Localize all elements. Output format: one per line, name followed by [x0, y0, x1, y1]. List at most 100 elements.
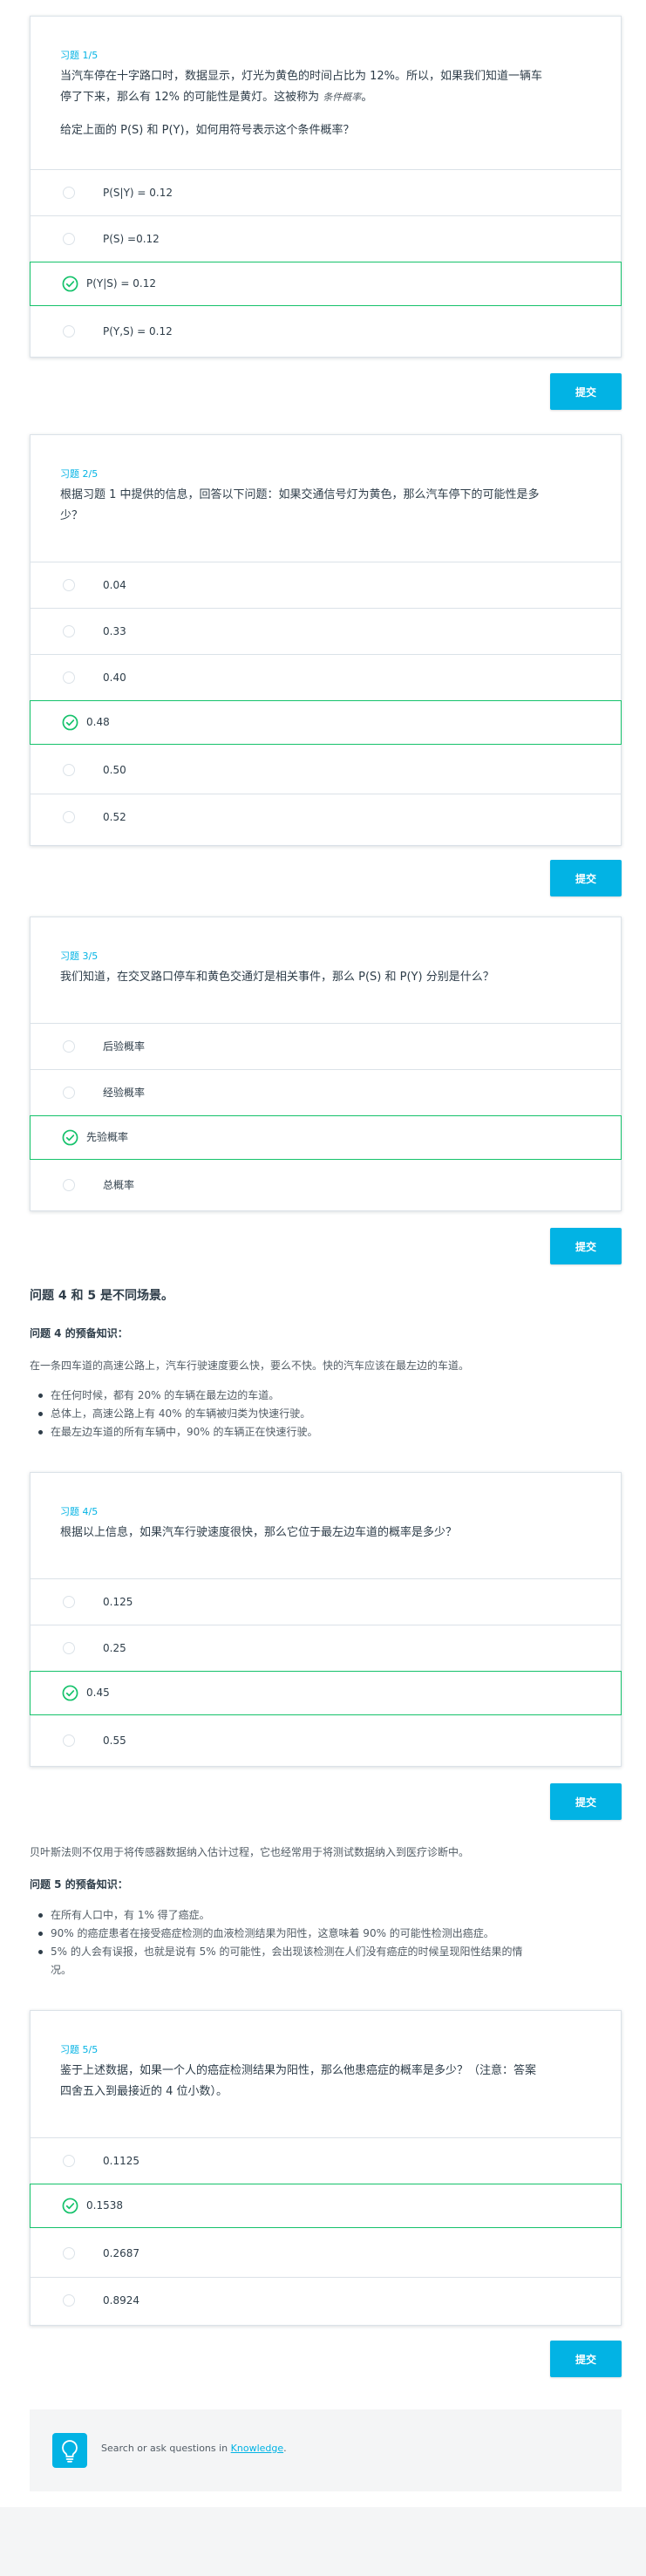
question-line: 当汽车停在十字路口时，数据显示，灯光为黄色的时间占比为 12%。所以，如果我们知… — [60, 70, 543, 83]
question-text: 当汽车停在十字路口时，数据显示，灯光为黄色的时间占比为 12%。所以，如果我们知… — [60, 66, 591, 108]
knowledge-panel: Search or ask questions in Knowledge. — [30, 2409, 622, 2491]
radio-button[interactable] — [63, 2155, 75, 2167]
answer-label: 0.48 — [86, 716, 110, 728]
radio-button[interactable] — [63, 625, 75, 637]
knowledge-prefix: Search or ask questions in — [101, 2443, 231, 2454]
radio-button[interactable] — [63, 2247, 75, 2259]
list-item-text: 5% 的人会有误报，也就是说有 5% 的可能性，会出现该检测在人们没有癌症的时候… — [51, 1946, 523, 1958]
check-circle-icon — [62, 1685, 78, 1701]
answer-label: 经验概率 — [103, 1087, 146, 1099]
answer-label: 0.04 — [103, 579, 126, 591]
radio-button[interactable] — [63, 811, 75, 823]
prior-knowledge-heading: 问题 5 的预备知识： — [30, 1878, 128, 1891]
question-text: 我们知道，在交叉路口停车和黄色交通灯是相关事件，那么 P(S) 和 P(Y) 分… — [60, 971, 494, 984]
answer-label: 0.1538 — [86, 2199, 123, 2211]
answer-option-selected[interactable]: 0.1538 — [30, 2184, 622, 2228]
radio-button[interactable] — [63, 1179, 75, 1191]
question-line: 停了下来，那么有 12% 的可能性是黄灯。这被称为 — [60, 91, 320, 104]
list-item: 总体上，高速公路上有 40% 的车辆被归类为快速行驶。 — [30, 1405, 622, 1423]
answer-option[interactable]: 后验概率 — [31, 1023, 621, 1069]
list-item: 在最左边车道的所有车辆中，90% 的车辆正在快速行驶。 — [30, 1423, 622, 1441]
radio-button[interactable] — [63, 325, 75, 337]
answer-label: 0.50 — [103, 764, 126, 776]
quiz-number: 习题 5/5 — [60, 2044, 99, 2055]
answer-option[interactable]: 0.33 — [31, 608, 621, 654]
submit-button[interactable]: 提交 — [550, 373, 622, 410]
answer-option[interactable]: 0.2687 — [31, 2231, 621, 2277]
answer-option[interactable]: 0.40 — [31, 654, 621, 700]
check-circle-icon — [62, 1129, 78, 1146]
question-line: 四舍五入到最接近的 4 位小数）。 — [60, 2085, 228, 2098]
check-circle-icon — [62, 2198, 78, 2214]
question-emphasis: 条件概率 — [323, 92, 362, 103]
question-prompt: 给定上面的 P(S) 和 P(Y)，如何用符号表示这个条件概率？ — [60, 124, 355, 137]
answer-label: 0.40 — [103, 671, 126, 684]
submit-button[interactable]: 提交 — [550, 1783, 622, 1820]
radio-button[interactable] — [63, 1087, 75, 1099]
answer-label: P(Y,S) = 0.12 — [103, 325, 173, 337]
radio-button[interactable] — [63, 671, 75, 684]
answer-label: P(Y|S) = 0.12 — [86, 277, 156, 290]
check-circle-icon — [62, 714, 78, 731]
answer-label: 后验概率 — [103, 1040, 146, 1053]
answer-option-selected[interactable]: 0.45 — [30, 1671, 622, 1715]
question-text: 鉴于上述数据，如果一个人的癌症检测结果为阳性，那么他患癌症的概率是多少？（注意：… — [60, 2061, 591, 2102]
question-line: 鉴于上述数据，如果一个人的癌症检测结果为阳性，那么他患癌症的概率是多少？（注意：… — [60, 2064, 537, 2077]
question-text: 根据以上信息，如果汽车行驶速度很快，那么它位于最左边车道的概率是多少？ — [60, 1526, 458, 1539]
answer-option[interactable]: P(S|Y) = 0.12 — [31, 169, 621, 215]
answer-option-selected[interactable]: 0.48 — [30, 700, 622, 745]
submit-button[interactable]: 提交 — [550, 2341, 622, 2377]
quiz-card-2: 习题 2/5 根据习题 1 中提供的信息，回答以下问题：如果交通信号灯为黄色，那… — [30, 434, 622, 846]
answer-option[interactable]: 0.52 — [31, 794, 621, 840]
answer-option[interactable]: P(Y,S) = 0.12 — [31, 309, 621, 355]
radio-button[interactable] — [63, 1642, 75, 1654]
answer-option[interactable]: P(S) =0.12 — [31, 215, 621, 262]
check-circle-icon — [62, 276, 78, 292]
answer-label: 0.8924 — [103, 2294, 139, 2307]
question-text: 根据习题 1 中提供的信息，回答以下问题：如果交通信号灯为黄色，那么汽车停下的可… — [60, 485, 591, 527]
answer-option-selected[interactable]: 先验概率 — [30, 1115, 622, 1160]
answer-option[interactable]: 0.50 — [31, 747, 621, 794]
answer-label: P(S) =0.12 — [103, 233, 160, 245]
radio-button[interactable] — [63, 764, 75, 776]
answer-label: 0.33 — [103, 625, 126, 637]
answer-label: 总概率 — [103, 1179, 135, 1191]
radio-button[interactable] — [63, 2294, 75, 2307]
q5-facts-list: 在所有人口中，有 1% 得了癌症。 90% 的癌症患者在接受癌症检测的血液检测结… — [30, 1906, 622, 1980]
lightbulb-icon — [52, 2433, 87, 2468]
knowledge-suffix: . — [283, 2443, 287, 2454]
answer-option-selected[interactable]: P(Y|S) = 0.12 — [30, 262, 622, 306]
section-heading: 问题 4 和 5 是不同场景。 — [30, 1289, 173, 1303]
knowledge-link[interactable]: Knowledge — [231, 2443, 283, 2454]
answer-option[interactable]: 0.04 — [31, 562, 621, 608]
radio-button[interactable] — [63, 233, 75, 245]
radio-button[interactable] — [63, 187, 75, 199]
radio-button[interactable] — [63, 1040, 75, 1053]
radio-button[interactable] — [63, 579, 75, 591]
answer-label: P(S|Y) = 0.12 — [103, 187, 173, 199]
quiz-card-3: 习题 3/5 我们知道，在交叉路口停车和黄色交通灯是相关事件，那么 P(S) 和… — [30, 917, 622, 1211]
question-punctuation: 。 — [361, 91, 373, 104]
answer-option[interactable]: 0.125 — [31, 1578, 621, 1625]
quiz-card-5: 习题 5/5 鉴于上述数据，如果一个人的癌症检测结果为阳性，那么他患癌症的概率是… — [30, 2010, 622, 2326]
prior-knowledge-heading: 问题 4 的预备知识： — [30, 1327, 128, 1339]
answer-option[interactable]: 0.1125 — [31, 2137, 621, 2184]
list-item: 在所有人口中，有 1% 得了癌症。 — [30, 1906, 622, 1925]
submit-button[interactable]: 提交 — [550, 1228, 622, 1264]
radio-button[interactable] — [63, 1596, 75, 1608]
quiz-number: 习题 3/5 — [60, 951, 99, 962]
answer-option[interactable]: 0.25 — [31, 1625, 621, 1671]
quiz-number: 习题 1/5 — [60, 50, 99, 61]
list-item: 5% 的人会有误报，也就是说有 5% 的可能性，会出现该检测在人们没有癌症的时候… — [30, 1943, 622, 1980]
bayes-note: 贝叶斯法则不仅用于将传感器数据纳入估计过程，它也经常用于将测试数据纳入到医疗诊断… — [30, 1846, 470, 1858]
answer-option[interactable]: 经验概率 — [31, 1069, 621, 1115]
answer-option[interactable]: 总概率 — [31, 1162, 621, 1209]
radio-button[interactable] — [63, 1734, 75, 1747]
answer-option[interactable]: 0.8924 — [31, 2277, 621, 2323]
answer-option[interactable]: 0.55 — [31, 1718, 621, 1764]
list-item: 90% 的癌症患者在接受癌症检测的血液检测结果为阳性，这意味着 90% 的可能性… — [30, 1925, 622, 1943]
question-line: 少？ — [60, 509, 84, 522]
answer-label: 0.55 — [103, 1734, 126, 1747]
submit-button[interactable]: 提交 — [550, 860, 622, 896]
answer-label: 0.45 — [86, 1687, 110, 1699]
